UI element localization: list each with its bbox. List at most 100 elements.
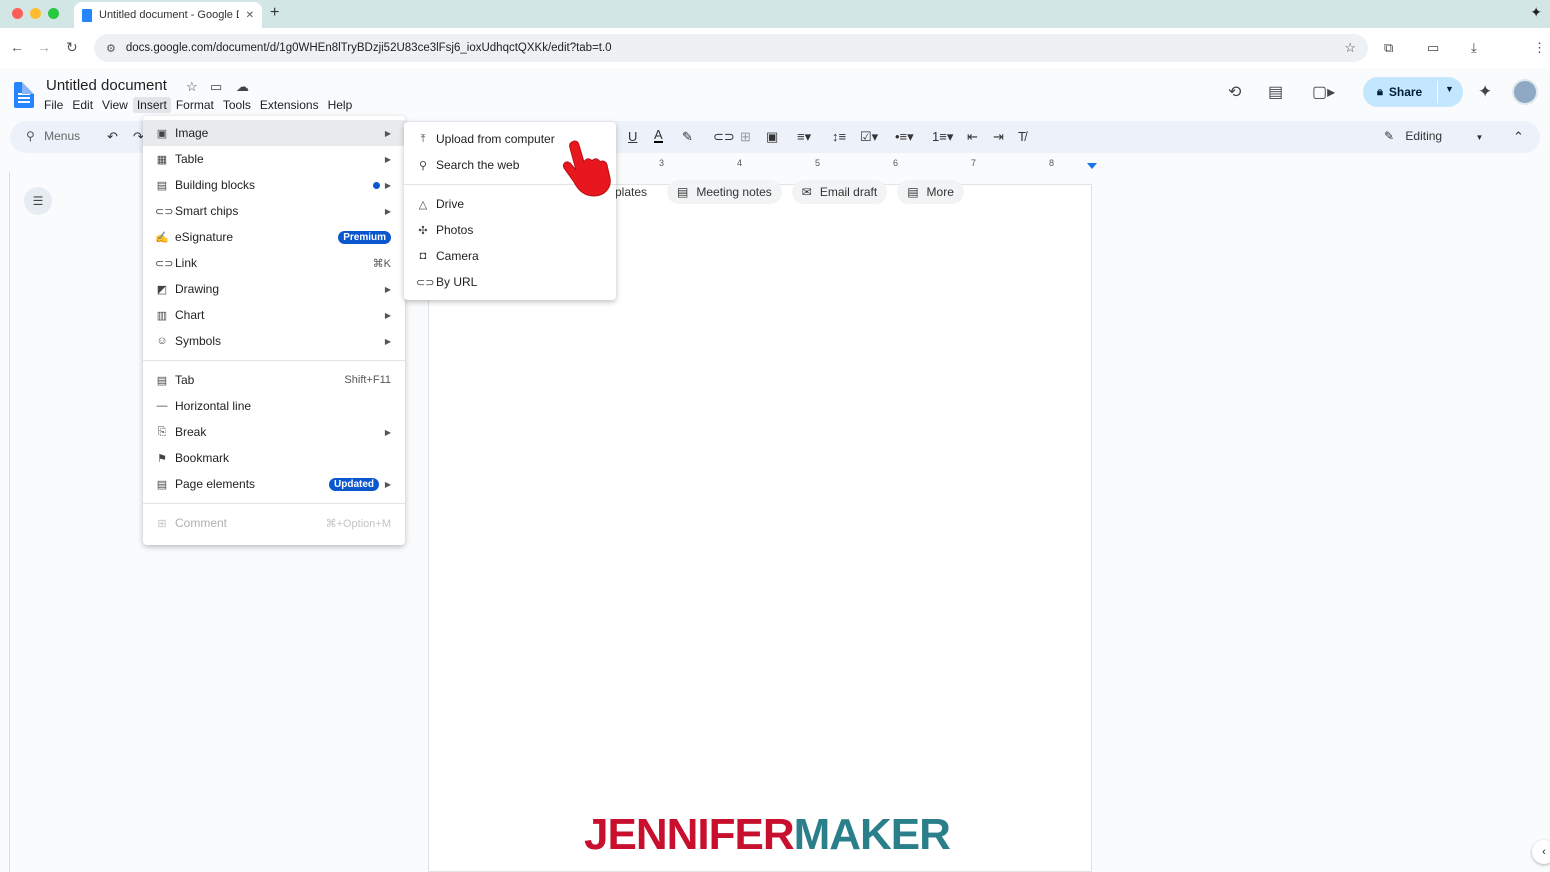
chip-email-draft[interactable]: ✉ Email draft <box>791 180 888 204</box>
extensions-icon[interactable]: ⧉ <box>1384 40 1393 56</box>
right-margin-marker[interactable] <box>1087 163 1097 169</box>
chip-label: More <box>926 185 954 199</box>
numbered-list-icon[interactable]: 1≡▾ <box>932 129 953 145</box>
pencil-icon: ✎ <box>1384 129 1395 143</box>
chevron-left-icon[interactable]: ‹ <box>1532 840 1550 864</box>
ruler-number: 8 <box>1049 158 1055 168</box>
table-icon: ▦ <box>156 153 168 166</box>
menu-item-building-blocks[interactable]: ▤ Building blocks ▶ <box>143 172 405 198</box>
forward-icon[interactable]: → <box>37 39 51 55</box>
maximize-window-button[interactable] <box>48 8 59 19</box>
menu-item-page-elements[interactable]: ▤ Page elements Updated ▶ <box>143 471 405 497</box>
submenu-arrow-icon: ▶ <box>384 206 391 216</box>
document-outline-button[interactable]: ☰ <box>24 187 52 215</box>
menu-item-bookmark[interactable]: ⚑ Bookmark <box>143 445 405 471</box>
drive-icon: △ <box>418 198 428 211</box>
menu-format[interactable]: Format <box>172 97 218 113</box>
menu-item-comment: ⊞ Comment ⌘+Option+M <box>143 510 405 536</box>
submenu-item-label: By URL <box>436 275 478 289</box>
menu-edit[interactable]: Edit <box>68 97 97 113</box>
menu-view[interactable]: View <box>98 97 132 113</box>
search-icon: ⚲ <box>26 129 35 143</box>
bulleted-list-icon[interactable]: •≡▾ <box>895 129 914 145</box>
menu-item-esignature[interactable]: ✍ eSignature Premium <box>143 224 405 250</box>
submenu-item-camera[interactable]: ◘ Camera <box>404 243 616 269</box>
download-icon[interactable]: ⤓ <box>1471 40 1477 56</box>
star-icon[interactable]: ☆ <box>186 79 198 95</box>
align-icon[interactable]: ≡▾ <box>797 129 811 145</box>
menu-item-table[interactable]: ▦ Table ▶ <box>143 146 405 172</box>
docs-logo-icon[interactable] <box>14 82 34 108</box>
chip-more[interactable]: ▤ More <box>897 180 964 204</box>
menu-help[interactable]: Help <box>324 97 357 113</box>
share-dropdown-icon[interactable]: ▼ <box>1445 84 1454 94</box>
insert-link-icon[interactable]: ⊂⊃ <box>713 129 735 145</box>
document-title[interactable]: Untitled document <box>46 77 167 94</box>
submenu-item-by-url[interactable]: ⊂⊃ By URL <box>404 269 616 295</box>
back-icon[interactable]: ← <box>10 39 24 55</box>
minimize-window-button[interactable] <box>30 8 41 19</box>
media-icon[interactable]: ▭ <box>1427 40 1439 56</box>
decrease-indent-icon[interactable]: ⇤ <box>967 129 978 145</box>
menu-item-label: Table <box>175 152 204 166</box>
submenu-arrow-icon: ▶ <box>384 284 391 294</box>
checklist-icon[interactable]: ☑▾ <box>860 129 878 145</box>
horizontal-ruler: 3 4 5 6 7 8 <box>605 158 1097 172</box>
menu-item-image[interactable]: ▣ Image ▶ <box>143 120 405 146</box>
menu-item-chart[interactable]: ▥ Chart ▶ <box>143 302 405 328</box>
menu-item-label: Drawing <box>175 282 220 296</box>
chip-meeting-notes[interactable]: ▤ Meeting notes <box>667 180 782 204</box>
text-color-icon[interactable]: A <box>654 128 663 143</box>
new-indicator-dot <box>373 181 380 189</box>
menu-item-drawing[interactable]: ◩ Drawing ▶ <box>143 276 405 302</box>
menu-item-link[interactable]: ⊂⊃ Link ⌘K <box>143 250 405 276</box>
gemini-sparkle-icon[interactable]: ✦ <box>1530 4 1542 21</box>
menu-item-label: Page elements <box>175 477 256 491</box>
cloud-status-icon[interactable]: ☁ <box>236 79 249 95</box>
ruler-number: 7 <box>971 158 977 168</box>
menu-insert[interactable]: Insert <box>132 97 171 113</box>
browser-menu-icon[interactable]: ⋮ <box>1533 40 1546 56</box>
docs-favicon-icon <box>82 8 92 22</box>
menu-item-break[interactable]: ⎘ Break ▶ <box>143 419 405 445</box>
menu-extensions[interactable]: Extensions <box>256 97 323 113</box>
new-tab-button[interactable]: + <box>270 4 279 22</box>
search-menus[interactable]: ⚲ Menus <box>26 129 80 143</box>
close-tab-icon[interactable]: ✕ <box>246 10 254 21</box>
underline-icon[interactable]: U <box>628 129 637 144</box>
meet-icon[interactable]: ▢▸ <box>1312 82 1335 102</box>
highlight-icon[interactable]: ✎ <box>682 129 693 145</box>
menu-file[interactable]: File <box>40 97 67 113</box>
add-comment-icon[interactable]: ⊞ <box>740 129 751 145</box>
menu-tools[interactable]: Tools <box>219 97 255 113</box>
insert-image-icon[interactable]: ▣ <box>766 129 778 145</box>
version-history-icon[interactable]: ⟲ <box>1228 82 1241 102</box>
address-bar[interactable]: ⚙ docs.google.com/document/d/1g0WHEn8lTr… <box>94 34 1368 62</box>
line-spacing-icon[interactable]: ↕≡ <box>832 129 846 144</box>
menu-item-tab[interactable]: ▤ Tab Shift+F11 <box>143 367 405 393</box>
submenu-item-photos[interactable]: ✣ Photos <box>404 217 616 243</box>
increase-indent-icon[interactable]: ⇥ <box>993 129 1004 145</box>
watermark-part2: MAKER <box>793 810 951 859</box>
browser-tab[interactable]: Untitled document - Google Docs ✕ <box>74 2 262 28</box>
menu-item-smart-chips[interactable]: ⊂⊃ Smart chips ▶ <box>143 198 405 224</box>
account-avatar[interactable] <box>1512 79 1538 105</box>
site-info-icon[interactable]: ⚙ <box>106 42 116 55</box>
undo-icon[interactable]: ↶ <box>107 129 118 145</box>
menu-item-horizontal-line[interactable]: — Horizontal line <box>143 393 405 419</box>
reload-icon[interactable]: ↻ <box>66 39 78 56</box>
menu-item-label: Image <box>175 126 209 140</box>
comments-icon[interactable]: ▤ <box>1268 82 1283 102</box>
menu-item-symbols[interactable]: ☺ Symbols ▶ <box>143 328 405 354</box>
gemini-icon[interactable]: ✦ <box>1478 82 1492 102</box>
move-folder-icon[interactable]: ▭ <box>210 79 222 95</box>
editing-mode-dropdown[interactable]: ✎ Editing ▼ <box>1384 129 1483 143</box>
share-button[interactable]: 🔒︎ Share ▼ <box>1363 77 1463 107</box>
clear-formatting-icon[interactable]: T̸ <box>1018 129 1026 144</box>
insert-menu: ▣ Image ▶ ▦ Table ▶ ▤ Building blocks ▶ … <box>143 116 405 545</box>
more-icon: ▤ <box>907 185 919 199</box>
collapse-toolbar-icon[interactable]: ⌃ <box>1513 129 1524 145</box>
close-window-button[interactable] <box>12 8 23 19</box>
submenu-arrow-icon: ▶ <box>384 310 391 320</box>
bookmark-star-icon[interactable]: ☆ <box>1344 40 1356 56</box>
